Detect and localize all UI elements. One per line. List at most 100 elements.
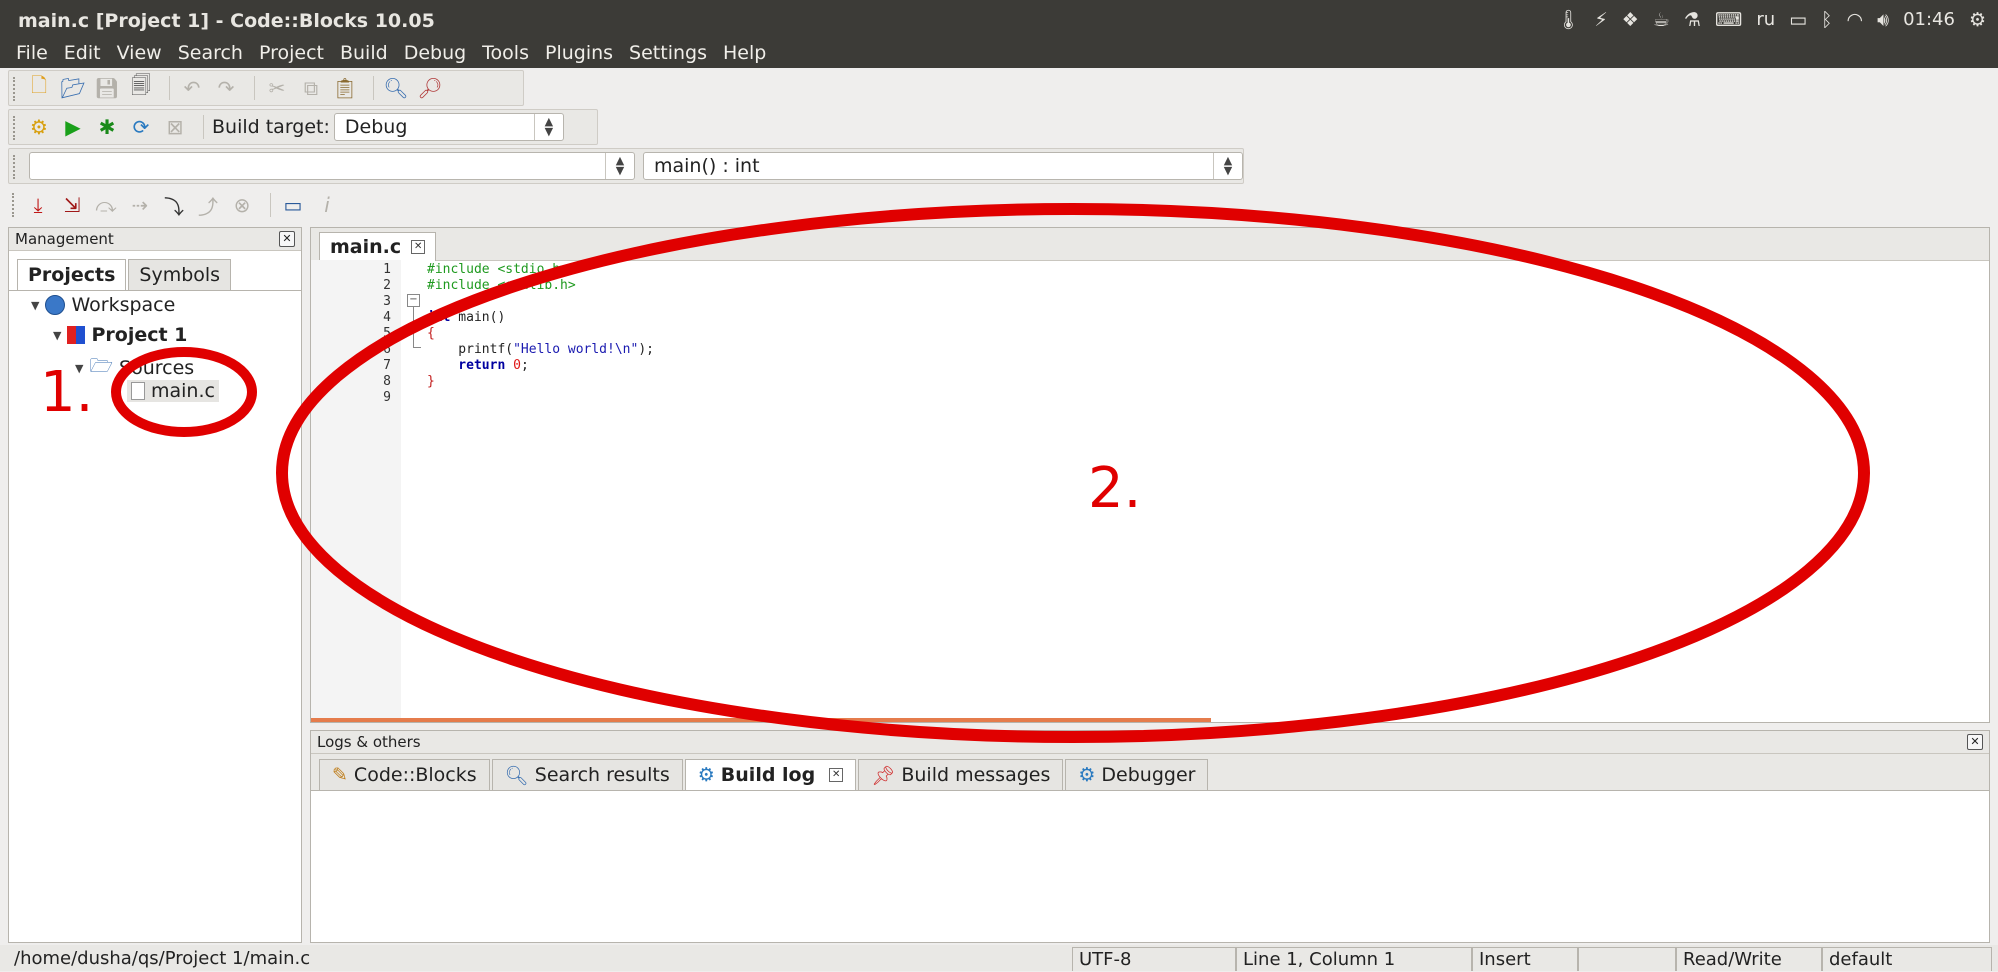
menu-plugins[interactable]: Plugins <box>537 42 621 64</box>
tab-search-results[interactable]: 🔍︎ Search results <box>491 759 683 790</box>
tab-projects[interactable]: Projects <box>17 259 127 290</box>
toolbar-separator <box>203 115 204 139</box>
spin-arrows-icon[interactable]: ▲ ▼ <box>1213 153 1242 179</box>
build-target-value: Debug <box>344 116 408 138</box>
undo-icon[interactable]: ↶ <box>178 74 206 102</box>
toolbar-separator <box>169 76 170 100</box>
menu-help[interactable]: Help <box>715 42 774 64</box>
debugger-toolbar: ⤓ ⇲ ⤼ ⇢ ⤵ ⤴ ⊗ ▭ i <box>8 187 424 223</box>
find-icon[interactable]: 🔍︎ <box>382 74 410 102</box>
tab-label: Search results <box>534 764 670 786</box>
status-path: /home/dusha/qs/Project 1/main.c <box>14 948 311 969</box>
menu-tools[interactable]: Tools <box>474 42 537 64</box>
status-position: Line 1, Column 1 <box>1236 947 1472 971</box>
clock[interactable]: 01:46 <box>1903 9 1955 30</box>
logs-panel: Logs & others ✕ ✎ Code::Blocks 🔍︎ Search… <box>310 730 1990 943</box>
paste-icon[interactable]: 📋︎ <box>331 74 359 102</box>
run-icon[interactable]: ▶︎ <box>59 113 87 141</box>
open-file-icon[interactable]: 📂︎ <box>59 74 87 102</box>
menu-search[interactable]: Search <box>170 42 251 64</box>
info-icon[interactable]: i <box>313 191 341 219</box>
save-icon[interactable]: 💾︎ <box>93 74 121 102</box>
save-all-icon[interactable]: 🗐 <box>127 73 155 102</box>
toolbar-separator <box>373 76 374 100</box>
wifi-icon[interactable]: ◠ <box>1847 9 1864 31</box>
management-title: Management <box>15 230 114 248</box>
line-number: 2 <box>383 278 391 293</box>
cup-icon[interactable]: ☕︎ <box>1653 9 1670 31</box>
close-icon[interactable]: ✕ <box>1967 734 1983 750</box>
stop-debugger-icon[interactable]: ⊗ <box>228 191 256 219</box>
replace-icon[interactable]: 🔎︎ <box>416 74 444 102</box>
toolbar-grip[interactable] <box>13 155 18 179</box>
menu-file[interactable]: File <box>8 42 56 64</box>
cut-icon[interactable]: ✂︎ <box>263 74 291 102</box>
tree-item-project[interactable]: ▼ Project 1 <box>53 324 187 346</box>
step-out-icon[interactable]: ⤴ <box>194 191 222 219</box>
toolbar-grip[interactable] <box>13 77 18 101</box>
tab-build-log[interactable]: ⚙︎ Build log ✕ <box>684 759 857 790</box>
menu-debug[interactable]: Debug <box>396 42 474 64</box>
line-number: 7 <box>383 358 391 373</box>
next-instruction-icon[interactable]: ⇢ <box>126 191 154 219</box>
step-into-icon[interactable]: ⤵ <box>160 191 188 219</box>
spin-arrows-icon[interactable]: ▲ ▼ <box>604 153 634 179</box>
new-file-icon[interactable]: 🗋 <box>25 73 53 102</box>
toolbar-grip[interactable] <box>12 193 17 217</box>
close-icon[interactable]: ✕ <box>411 240 426 254</box>
bluetooth-icon[interactable]: ᛒ <box>1821 9 1832 31</box>
tab-build-messages[interactable]: 📌︎ Build messages <box>858 759 1064 790</box>
keyboard-layout[interactable]: ru <box>1756 9 1775 30</box>
tab-symbols[interactable]: Symbols <box>128 259 232 290</box>
toolbar-grip[interactable] <box>13 116 18 140</box>
tree-label-workspace: Workspace <box>71 294 176 316</box>
function-select[interactable]: main() : int ▲ ▼ <box>642 152 1243 180</box>
tree-label-project: Project 1 <box>91 324 188 346</box>
build-and-run-icon[interactable]: ✱ <box>93 113 121 141</box>
line-number: 1 <box>383 262 391 277</box>
run-to-cursor-icon[interactable]: ⇲ <box>58 191 86 219</box>
code-line-1: #include <stdio.h> <box>427 262 568 277</box>
status-profile: default <box>1822 947 1992 971</box>
temperature-icon[interactable]: 🌡︎ <box>1556 8 1580 31</box>
battery-icon[interactable]: ▭ <box>1789 9 1807 31</box>
menu-project[interactable]: Project <box>251 42 332 64</box>
spin-arrows-icon[interactable]: ▲ ▼ <box>533 114 563 140</box>
dropbox-icon[interactable]: ❖ <box>1622 9 1639 31</box>
build-gear-icon[interactable]: ⚙︎ <box>25 113 53 141</box>
tree-item-workspace[interactable]: ▼ Workspace <box>31 294 175 316</box>
next-line-icon[interactable]: ⤼ <box>92 191 120 219</box>
code-line-2: #include <stdlib.h> <box>427 278 576 293</box>
debug-windows-icon[interactable]: ▭ <box>279 191 307 219</box>
menubar: File Edit View Search Project Build Debu… <box>0 38 1998 68</box>
tree-item-main-c[interactable]: main.c <box>127 380 219 402</box>
horizontal-scrollbar[interactable] <box>311 718 1211 722</box>
menu-build[interactable]: Build <box>332 42 396 64</box>
close-icon[interactable]: ✕ <box>829 768 844 782</box>
abort-icon[interactable]: ⊠ <box>161 113 189 141</box>
editor-tab-main-c[interactable]: main.c ✕ <box>319 232 437 261</box>
volume-icon[interactable]: 🔊︎ <box>1877 9 1889 31</box>
keyboard-icon[interactable]: ⌨︎ <box>1715 9 1742 31</box>
debug-start-icon[interactable]: ⤓ <box>24 191 52 219</box>
tab-label: Build log <box>720 764 816 786</box>
settings-gear-icon[interactable]: ⚙︎ <box>1969 9 1986 31</box>
menu-view[interactable]: View <box>109 42 170 64</box>
menu-edit[interactable]: Edit <box>56 42 109 64</box>
build-target-select[interactable]: Debug ▲ ▼ <box>333 113 564 141</box>
rebuild-icon[interactable]: ⟳ <box>127 113 155 141</box>
scope-select[interactable]: ▲ ▼ <box>29 152 635 180</box>
flask-icon[interactable]: ⚗︎ <box>1684 9 1701 31</box>
copy-icon[interactable]: ⧉ <box>297 74 325 102</box>
tab-codeblocks-log[interactable]: ✎ Code::Blocks <box>319 759 490 790</box>
close-icon[interactable]: ✕ <box>279 231 295 247</box>
toolbar-separator <box>254 76 255 100</box>
menu-settings[interactable]: Settings <box>621 42 715 64</box>
redo-icon[interactable]: ↷ <box>212 74 240 102</box>
expand-triangle-icon[interactable]: ▼ <box>53 329 61 342</box>
logs-header: Logs & others ✕ <box>311 731 1989 754</box>
power-icon[interactable]: ⚡︎ <box>1594 9 1607 31</box>
tab-debugger[interactable]: ⚙︎ Debugger <box>1065 759 1209 790</box>
code-line-6: printf("Hello world!\n"); <box>427 342 654 357</box>
expand-triangle-icon[interactable]: ▼ <box>31 299 39 312</box>
